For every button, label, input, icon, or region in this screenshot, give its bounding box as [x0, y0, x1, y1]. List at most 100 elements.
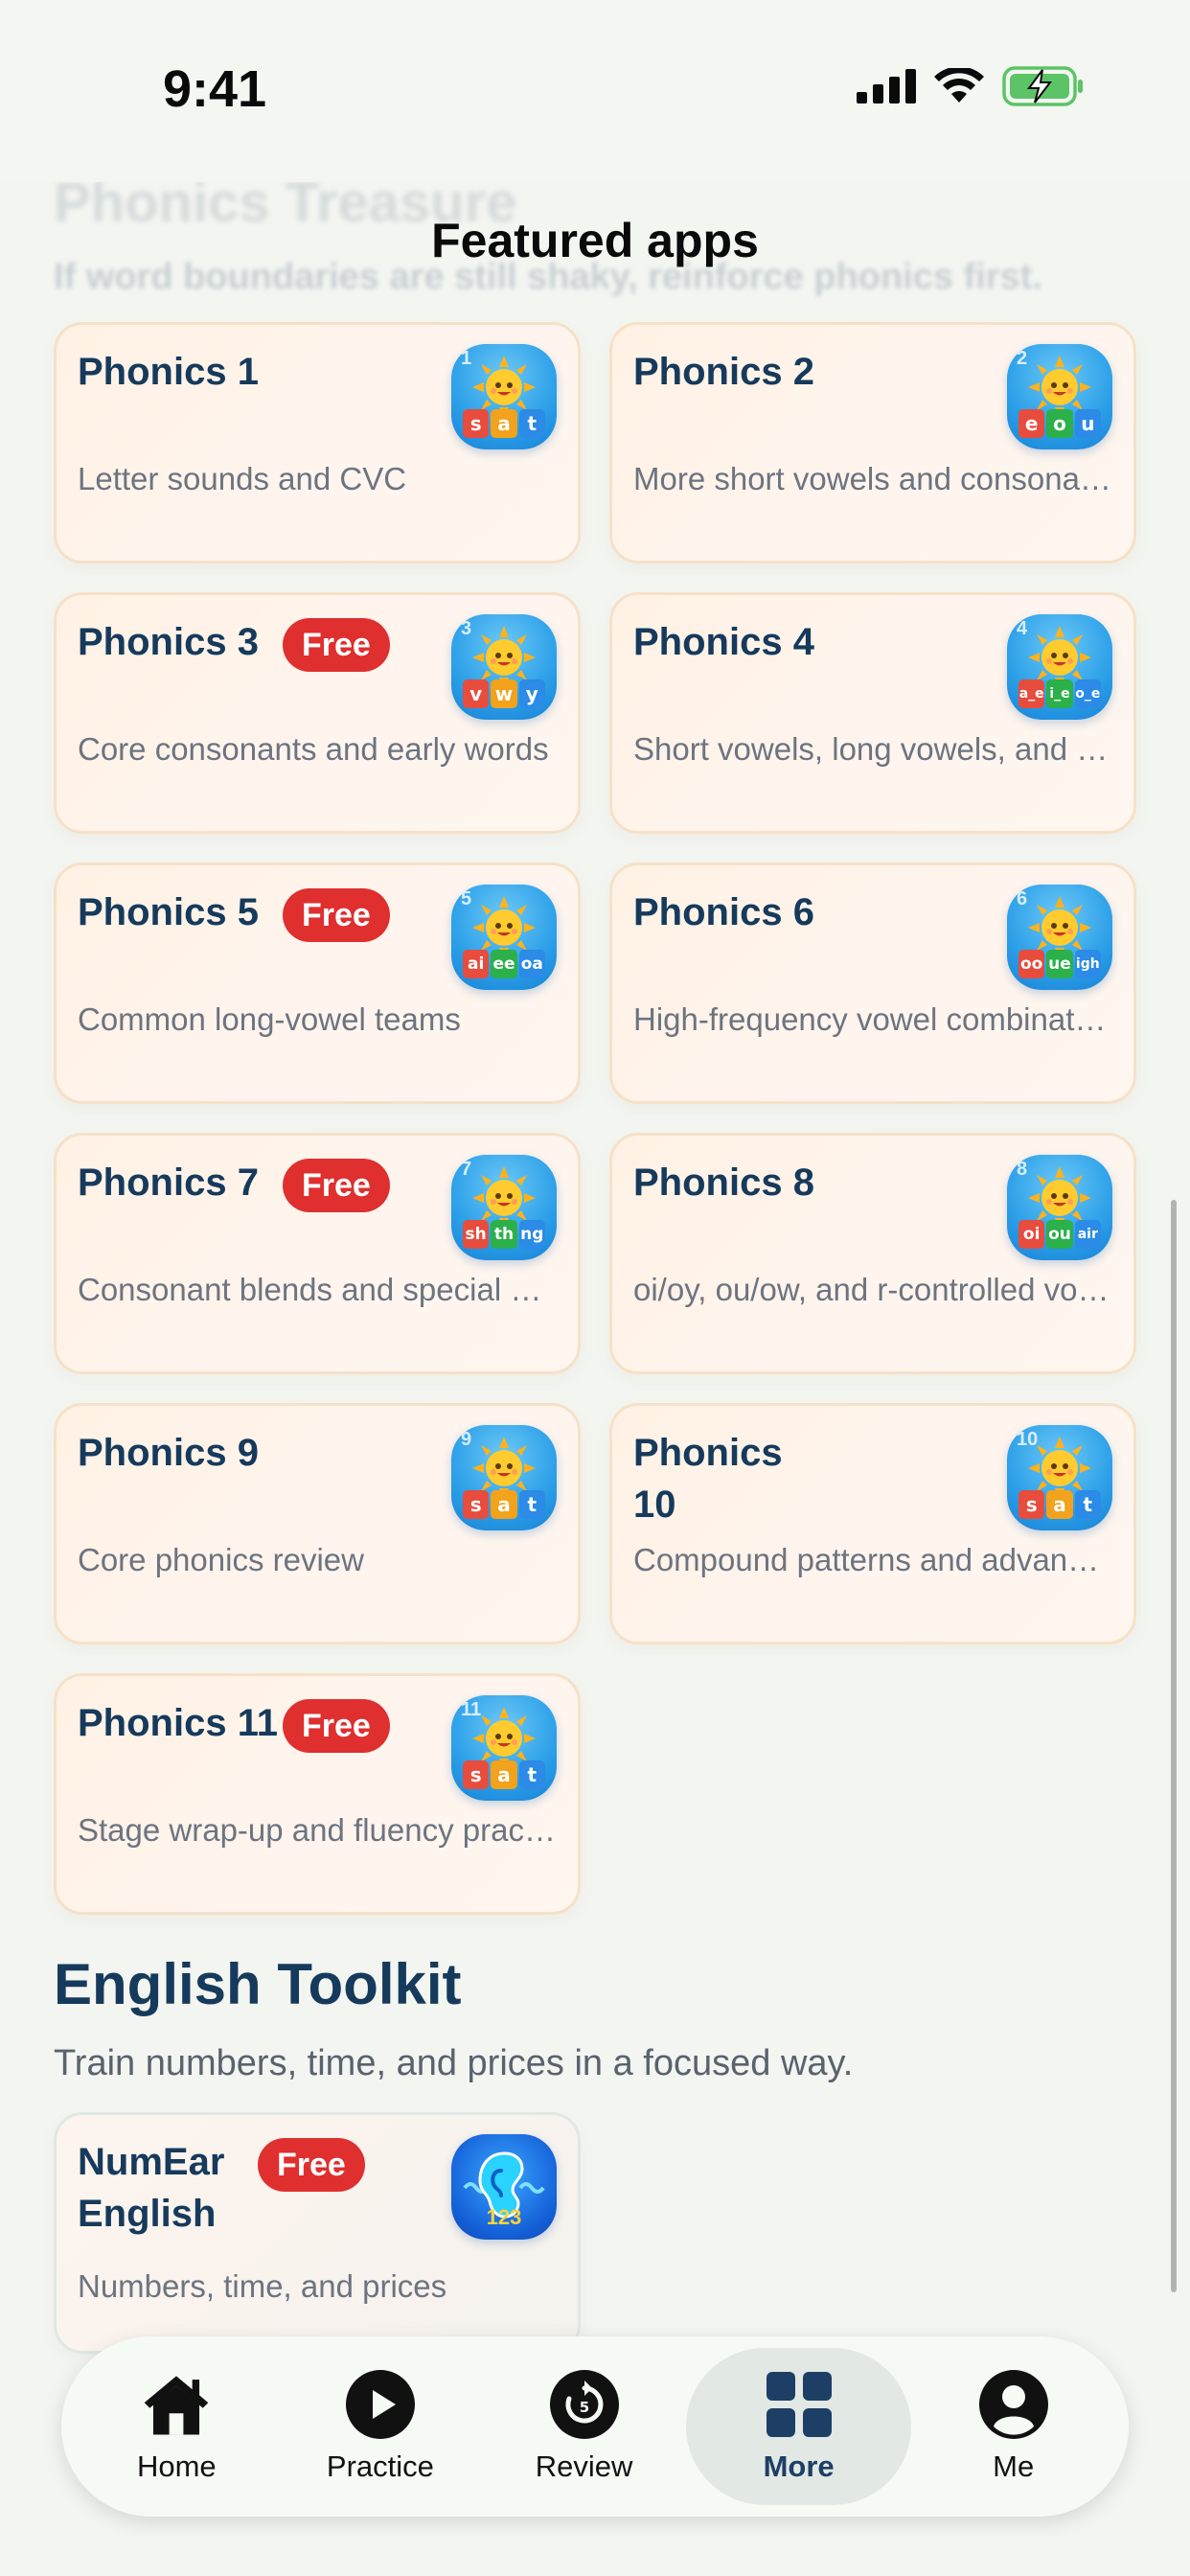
tab-home[interactable]: Home — [75, 2348, 279, 2505]
app-card-phonics-9[interactable]: Phonics 9 9 s a t Core phonics review — [54, 1403, 581, 1644]
letter-tile: t — [518, 1760, 545, 1789]
app-card-phonics-4[interactable]: Phonics 4 4 a_e i_e o_e Short vowels, long v… — [609, 592, 1136, 834]
free-badge: Free — [283, 888, 390, 942]
tab-practice[interactable]: Practice — [279, 2348, 483, 2505]
app-description: Core consonants and early words — [78, 731, 549, 767]
phonics-app-icon: 11 sat — [451, 1695, 557, 1801]
status-icons — [857, 65, 1085, 107]
icon-number: 3 — [461, 618, 472, 639]
app-card-phonics-1[interactable]: Phonics 1 1 s a t Letter sounds and CVC — [54, 322, 581, 564]
app-name: NumEar English — [78, 2141, 225, 2235]
app-description: Core phonics review — [78, 1542, 364, 1577]
app-card-phonics-10[interactable]: Phonics 10 10 s a t Compound patterns and ad… — [609, 1403, 1136, 1644]
free-badge: Free — [283, 1159, 390, 1212]
app-description: More short vowels and consonants — [633, 461, 1112, 496]
tab-label: More — [763, 2450, 835, 2483]
letter-tile: s — [463, 1760, 490, 1789]
battery-charging-icon — [1002, 66, 1083, 106]
person-icon — [978, 2369, 1049, 2440]
letter-tile: s — [1018, 1490, 1045, 1519]
letter-tile: s — [463, 409, 490, 438]
letter-tile: u — [1074, 409, 1101, 438]
free-badge: Free — [283, 618, 390, 672]
app-description: oi/oy, ou/ow, and r-controlled vowels — [633, 1272, 1112, 1307]
letter-tile: igh — [1074, 950, 1101, 978]
letter-tiles: sat — [463, 1490, 545, 1519]
app-name: Phonics 6 — [633, 891, 814, 933]
letter-tiles: sat — [1018, 1490, 1101, 1519]
letter-tile: a — [491, 1760, 517, 1789]
letter-tiles: ai ee oa — [463, 950, 545, 978]
app-description: High-frequency vowel combinations — [633, 1001, 1112, 1037]
phonics-app-icon: 7 sh th ng — [451, 1155, 557, 1260]
app-name: Phonics 3 — [78, 621, 259, 663]
app-card-phonics-8[interactable]: Phonics 8 8 oi ou air oi/oy, ou/ow, and r-co… — [609, 1133, 1136, 1374]
tab-me[interactable]: Me — [911, 2348, 1115, 2505]
letter-tile: air — [1074, 1220, 1101, 1249]
grid-icon — [764, 2369, 835, 2440]
letter-tile: sh — [463, 1220, 490, 1249]
letter-tile: a_e — [1018, 679, 1045, 708]
letter-tiles: a_e i_e o_e — [1018, 679, 1101, 708]
app-name: Phonics 2 — [633, 351, 814, 393]
app-name: Phonics 9 — [78, 1432, 259, 1474]
page-title: Featured apps — [431, 214, 759, 267]
tab-label: Me — [993, 2450, 1035, 2483]
section-title-toolkit: English Toolkit — [54, 1952, 462, 2016]
phonics-app-icon: 6 oo ue igh — [1007, 885, 1112, 990]
app-description: Short vowels, long vowels, and more — [633, 731, 1112, 767]
letter-tile: a — [491, 1490, 517, 1519]
tab-label: Practice — [326, 2450, 434, 2483]
app-card-phonics-2[interactable]: Phonics 2 2 e o u More short vowels and cons… — [609, 322, 1136, 564]
letter-tile: a — [491, 409, 517, 438]
icon-number: 2 — [1017, 348, 1028, 369]
status-time: 9:41 — [163, 60, 267, 118]
app-description: Consonant blends and special sounds — [78, 1272, 557, 1307]
app-name: Phonics 4 — [633, 621, 814, 663]
app-card-numear[interactable]: NumEar English Free 123 Numbers, time, a… — [54, 2112, 581, 2354]
phonics-app-icon: 2 eou — [1007, 344, 1112, 449]
play-icon — [345, 2369, 416, 2440]
letter-tile: ai — [463, 950, 490, 978]
app-name: Phonics 5 — [78, 891, 259, 933]
letter-tile: o_e — [1074, 679, 1101, 708]
app-card-phonics-11[interactable]: Phonics 11 Free 11 s a t Stage wrap-up and fl… — [54, 1673, 581, 1915]
letter-tiles: oo ue igh — [1018, 950, 1101, 978]
letter-tile: a — [1046, 1490, 1073, 1519]
phonics-app-icon: 8 oi ou air — [1007, 1155, 1112, 1260]
cellular-signal-icon — [857, 69, 916, 104]
icon-number: 6 — [1017, 888, 1028, 909]
app-card-phonics-5[interactable]: Phonics 5 Free 5 ai ee oa Common long-vowel t… — [54, 862, 581, 1104]
phonics-app-icon: 9 sat — [451, 1425, 557, 1530]
tab-label: Review — [535, 2450, 633, 2483]
numear-app-icon: 123 — [451, 2134, 557, 2240]
letter-tile: ee — [491, 950, 517, 978]
letter-tile: ng — [518, 1220, 545, 1249]
app-card-phonics-3[interactable]: Phonics 3 Free 3 v w y Core consonants and ea… — [54, 592, 581, 834]
letter-tile: t — [518, 409, 545, 438]
letter-tile: ou — [1046, 1220, 1073, 1249]
letter-tile: i_e — [1046, 679, 1073, 708]
app-card-phonics-6[interactable]: Phonics 6 6 oo ue igh High-frequency vowel c… — [609, 862, 1136, 1104]
tab-label: Home — [136, 2450, 217, 2483]
featured-apps-grid: Phonics 11 s a t Letter sounds and CVC Phoni… — [54, 322, 1136, 1915]
phonics-app-icon: 10 sat — [1007, 1425, 1112, 1530]
letter-tile: ue — [1046, 950, 1073, 978]
letter-tiles: eou — [1018, 409, 1101, 438]
free-badge: Free — [283, 1699, 390, 1753]
letter-tile: t — [1074, 1490, 1101, 1519]
phonics-app-icon: 5 ai ee oa — [451, 885, 557, 990]
app-description: Letter sounds and CVC — [78, 461, 407, 496]
letter-tile: oi — [1018, 1220, 1045, 1249]
letter-tile: oa — [518, 950, 545, 978]
letter-tiles: sh th ng — [463, 1220, 545, 1249]
app-card-phonics-7[interactable]: Phonics 7 Free 7 sh th ng Consonant blends an… — [54, 1133, 581, 1374]
scrollbar[interactable] — [1171, 1200, 1177, 2292]
tab-review[interactable]: 5 Review — [482, 2348, 686, 2505]
tab-more[interactable]: More — [685, 2348, 912, 2505]
letter-tiles: sat — [463, 1760, 545, 1789]
icon-number: 1 — [461, 348, 472, 369]
app-name: Phonics 1 — [78, 351, 259, 393]
letter-tile: v — [463, 679, 490, 708]
wifi-icon — [934, 68, 984, 103]
